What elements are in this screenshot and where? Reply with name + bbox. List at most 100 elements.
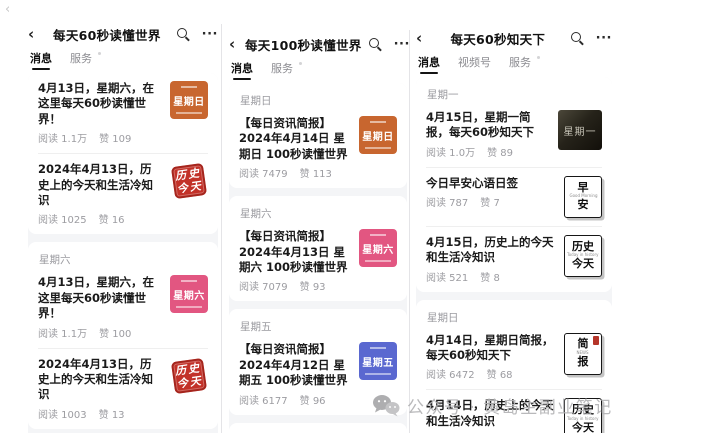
message-item[interactable]: 2024年4月13日，历史上的今天和生活冷知识 阅读 1025 赞 16 历史今… <box>38 162 208 226</box>
message-title: 今日早安心语日签 <box>426 176 555 191</box>
weekday-group-label: 星期日 <box>240 93 397 108</box>
stray-back-icon: ‹ <box>5 2 10 17</box>
tab-new-dot <box>537 56 540 59</box>
like-count: 赞 8 <box>480 269 500 284</box>
account-title: 每天60秒读懂世界 <box>44 25 170 44</box>
message-item[interactable]: 4月13日，星期六，在这里每天60秒读懂世界！ 阅读 1.1万 赞 100 星期… <box>38 275 208 339</box>
panel-60s-world: ‹ 每天60秒读懂世界 ··· 消息 服务 4月13日，星期六，在这里每天60秒… <box>28 22 218 433</box>
weekday-group-label: 星期一 <box>427 87 602 102</box>
message-item[interactable]: 【每日资讯简报】2024年4月14日 星期日 100秒读懂世界 阅读 7479 … <box>239 116 397 180</box>
tab-new-dot <box>98 52 101 55</box>
read-count: 阅读 1003 <box>38 406 87 421</box>
tab-bar: 消息 服务 <box>28 48 218 68</box>
message-title: 4月15日，历史上的今天和生活冷知识 <box>426 235 555 266</box>
message-title: 2024年4月13日，历史上的今天和生活冷知识 <box>38 357 161 403</box>
tab-services[interactable]: 服务 <box>509 54 531 70</box>
weekday-thumbnail: 星期五 <box>359 342 397 380</box>
read-count: 阅读 7079 <box>239 278 288 293</box>
plaque-thumbnail: 历史 Today in history 今天 <box>564 235 602 277</box>
search-icon[interactable] <box>570 31 584 45</box>
message-title: 4月15日，星期一简报，每天60秒知天下 <box>426 110 549 141</box>
panel-header: ‹ 每天60秒知天下 ··· <box>416 26 612 50</box>
message-item[interactable]: 4月13日，星期六，在这里每天60秒读懂世界！ 阅读 1.1万 赞 109 星期… <box>38 81 208 145</box>
like-count: 赞 96 <box>300 392 326 407</box>
plaque-thumbnail: 简 NEWS 报 <box>564 333 602 375</box>
search-icon[interactable] <box>368 37 382 51</box>
history-seal-thumbnail: 历史今天 <box>170 357 208 395</box>
like-count: 赞 109 <box>99 130 131 145</box>
weekday-group-label: 星期六 <box>39 252 208 267</box>
message-title: 2024年4月13日，历史上的今天和生活冷知识 <box>38 162 161 208</box>
search-icon[interactable] <box>176 27 190 41</box>
weekday-thumbnail: 星期六 <box>170 275 208 313</box>
message-card: 星期六 4月13日，星期六，在这里每天60秒读懂世界！ 阅读 1.1万 赞 10… <box>28 242 218 428</box>
tab-messages[interactable]: 消息 <box>418 54 440 70</box>
photo-thumbnail: 星期一 <box>558 110 602 150</box>
message-list: 4月13日，星期六，在这里每天60秒读懂世界！ 阅读 1.1万 赞 109 星期… <box>28 73 218 433</box>
message-item[interactable]: 4月15日，历史上的今天和生活冷知识 阅读 521 赞 8 历史 Today i… <box>426 235 602 284</box>
read-count: 阅读 6472 <box>426 366 475 381</box>
divider <box>38 348 208 349</box>
weekday-thumbnail: 星期日 <box>170 81 208 119</box>
back-icon[interactable]: ‹ <box>416 31 432 46</box>
like-count: 赞 100 <box>99 325 131 340</box>
weekday-group-label: 星期日 <box>427 310 602 325</box>
account-title: 每天60秒知天下 <box>432 29 564 48</box>
message-item[interactable]: 4月14日，星期日简报，每天60秒知天下 阅读 6472 赞 68 简 NEWS… <box>426 333 602 382</box>
message-item[interactable]: 今日早安心语日签 阅读 787 赞 7 早 Good Morning 安 <box>426 176 602 218</box>
like-count: 赞 16 <box>99 211 125 226</box>
panel-60s-news: ‹ 每天60秒知天下 ··· 消息 视频号 服务 星期一 4月15日，星期一简报… <box>416 26 612 433</box>
message-card: 星期六 【每日资讯简报】2024年4月13日 星期六 100秒读懂世界 阅读 7… <box>229 196 407 301</box>
more-icon[interactable]: ··· <box>596 32 612 45</box>
panel-divider <box>221 24 222 433</box>
history-seal-thumbnail: 历史今天 <box>170 162 208 200</box>
tab-bar: 消息 视频号 服务 <box>416 52 612 72</box>
weekday-group-label: 星期五 <box>240 319 397 334</box>
watermark-text: 公众号 · 黄岛主副业笔记 <box>407 393 613 418</box>
panel-header: ‹ 每天100秒读懂世界 ··· <box>229 32 407 56</box>
tab-messages[interactable]: 消息 <box>231 60 253 76</box>
like-count: 赞 113 <box>300 165 332 180</box>
divider <box>426 389 602 390</box>
read-count: 阅读 7479 <box>239 165 288 180</box>
like-count: 赞 7 <box>480 194 500 209</box>
message-list: 星期日 【每日资讯简报】2024年4月14日 星期日 100秒读懂世界 阅读 7… <box>229 83 407 433</box>
watermark: 公众号 · 黄岛主副业笔记 <box>372 393 613 418</box>
more-icon[interactable]: ··· <box>394 38 410 51</box>
message-card: 星期一 4月15日，星期一简报，每天60秒知天下 阅读 1.0万 赞 89 星期… <box>416 77 612 292</box>
tab-messages[interactable]: 消息 <box>30 50 52 66</box>
panel-header: ‹ 每天60秒读懂世界 ··· <box>28 22 218 46</box>
like-count: 赞 93 <box>300 278 326 293</box>
read-count: 阅读 1.1万 <box>38 325 87 340</box>
weekday-thumbnail: 星期六 <box>359 229 397 267</box>
weekday-thumbnail: 星期日 <box>359 116 397 154</box>
divider <box>38 153 208 154</box>
message-item[interactable]: 4月15日，星期一简报，每天60秒知天下 阅读 1.0万 赞 89 星期一 <box>426 110 602 159</box>
read-count: 阅读 1.1万 <box>38 130 87 145</box>
back-icon[interactable]: ‹ <box>229 37 245 52</box>
screenshot-collage: ‹ ‹ 每天60秒读懂世界 ··· 消息 服务 4月13日，星期六，在这里每天6… <box>0 0 702 433</box>
panel-100s-world: ‹ 每天100秒读懂世界 ··· 消息 服务 星期日 【每日资讯简报】2024年… <box>229 32 407 433</box>
back-icon[interactable]: ‹ <box>28 27 44 42</box>
message-card: 星期四 【每日资讯简报】2024年4月11日 星期四 100秒读懂世界 阅读 8… <box>229 423 407 433</box>
read-count: 阅读 787 <box>426 194 468 209</box>
like-count: 赞 89 <box>487 144 513 159</box>
weekday-group-label: 星期六 <box>240 206 397 221</box>
divider <box>426 226 602 227</box>
read-count: 阅读 521 <box>426 269 468 284</box>
message-item[interactable]: 【每日资讯简报】2024年4月13日 星期六 100秒读懂世界 阅读 7079 … <box>239 229 397 293</box>
message-title: 4月14日，星期日简报，每天60秒知天下 <box>426 333 555 364</box>
like-count: 赞 13 <box>99 406 125 421</box>
like-count: 赞 68 <box>487 366 513 381</box>
tab-new-dot <box>299 62 302 65</box>
message-item[interactable]: 2024年4月13日，历史上的今天和生活冷知识 阅读 1003 赞 13 历史今… <box>38 357 208 421</box>
tab-services[interactable]: 服务 <box>70 50 92 66</box>
message-title: 【每日资讯简报】2024年4月12日 星期五 100秒读懂世界 <box>239 342 350 388</box>
read-count: 阅读 1.0万 <box>426 144 475 159</box>
message-card: 4月13日，星期六，在这里每天60秒读懂世界！ 阅读 1.1万 赞 109 星期… <box>28 73 218 234</box>
tab-video-channel[interactable]: 视频号 <box>458 54 491 70</box>
message-title: 4月13日，星期六，在这里每天60秒读懂世界！ <box>38 275 161 321</box>
more-icon[interactable]: ··· <box>202 28 218 41</box>
seal-mark-icon <box>593 336 599 345</box>
tab-services[interactable]: 服务 <box>271 60 293 76</box>
